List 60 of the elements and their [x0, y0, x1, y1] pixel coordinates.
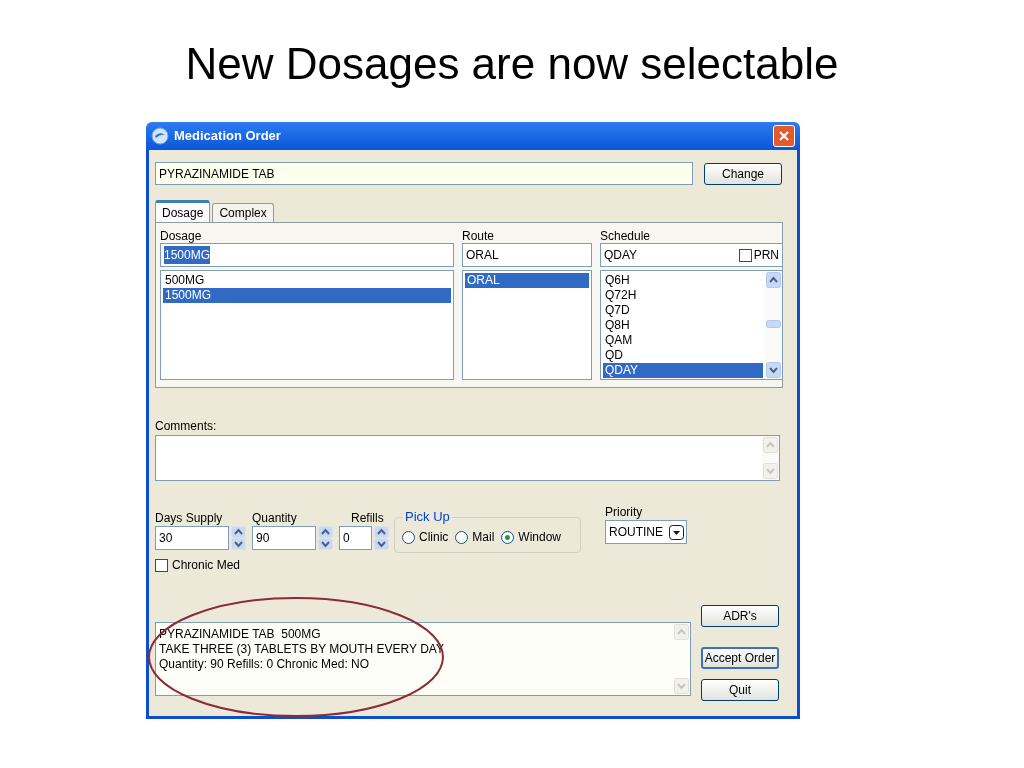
tab[interactable]: Dosage: [155, 200, 211, 222]
comments-field[interactable]: [155, 435, 780, 481]
tab[interactable]: Complex: [212, 203, 274, 222]
list-item[interactable]: Q72H: [603, 288, 763, 303]
scroll-up-icon: [674, 624, 689, 640]
field-label: Dosage: [160, 229, 203, 243]
field-label: Priority: [605, 504, 644, 520]
list-item[interactable]: ORAL: [465, 273, 589, 288]
list-item[interactable]: QDAY: [603, 363, 763, 378]
change-button[interactable]: Change: [704, 162, 782, 185]
field-label: Schedule: [600, 229, 652, 243]
field-label: Quantity: [252, 510, 298, 526]
field-label: Days Supply: [155, 510, 224, 526]
list-item[interactable]: QAM: [603, 333, 763, 348]
field-label: Route: [462, 229, 496, 243]
field-label: Comments:: [155, 419, 218, 433]
scroll-down-icon: [674, 678, 689, 694]
list-item[interactable]: Q8H: [603, 318, 763, 333]
priority-dropdown[interactable]: ROUTINE: [605, 520, 687, 544]
number-field[interactable]: 30: [155, 526, 229, 550]
list-item[interactable]: 1500MG: [163, 288, 451, 303]
quit-button[interactable]: Quit: [701, 679, 779, 701]
list-box[interactable]: Q6H Q72H Q7D Q8H QAM QD QDAY: [600, 270, 783, 380]
route-field[interactable]: ORAL: [462, 243, 592, 267]
scroll-thumb[interactable]: [766, 320, 781, 328]
number-field[interactable]: 0: [339, 526, 372, 550]
list-box[interactable]: ORAL: [462, 270, 592, 380]
scroll-up-icon: [763, 437, 778, 453]
radio-button[interactable]: Clinic: [402, 528, 449, 546]
summary-line: Quantity: 90 Refills: 0 Chronic Med: NO: [159, 657, 371, 672]
scroll-down-icon[interactable]: [766, 362, 781, 378]
list-item[interactable]: 500MG: [163, 273, 451, 288]
spinner-arrows-icon[interactable]: [231, 526, 246, 550]
summary-line: PYRAZINAMIDE TAB 500MG: [159, 627, 322, 642]
list-item[interactable]: Q7D: [603, 303, 763, 318]
close-button[interactable]: [773, 125, 795, 147]
radio-button[interactable]: Mail: [455, 528, 495, 546]
accept-order-button[interactable]: Accept Order: [701, 647, 779, 669]
adrs-button[interactable]: ADR's: [701, 605, 779, 627]
number-field[interactable]: 90: [252, 526, 316, 550]
list-item[interactable]: QD: [603, 348, 763, 363]
app-icon: [151, 127, 169, 145]
group-label: Pick Up: [403, 509, 452, 524]
list-box[interactable]: 500MG 1500MG: [160, 270, 454, 380]
slide-title: New Dosages are now selectable: [185, 38, 839, 90]
spinner-arrows-icon[interactable]: [318, 526, 333, 550]
scroll-down-icon: [763, 463, 778, 479]
dosage-field[interactable]: 1500MG: [160, 243, 454, 267]
prn-checkbox[interactable]: PRN: [738, 246, 779, 264]
chronic-med-checkbox[interactable]: Chronic Med: [155, 556, 389, 574]
schedule-field[interactable]: QDAY PRN: [600, 243, 783, 267]
scrollbar[interactable]: [765, 271, 782, 379]
spinner-arrows-icon[interactable]: [374, 526, 389, 550]
field-label: Refills: [350, 510, 385, 526]
scroll-up-icon[interactable]: [766, 272, 781, 288]
close-icon: [778, 130, 790, 142]
radio-button[interactable]: Window: [501, 528, 562, 546]
window-title: Medication Order: [174, 127, 282, 146]
list-item[interactable]: Q6H: [603, 273, 763, 288]
drug-field[interactable]: PYRAZINAMIDE TAB: [155, 162, 693, 185]
